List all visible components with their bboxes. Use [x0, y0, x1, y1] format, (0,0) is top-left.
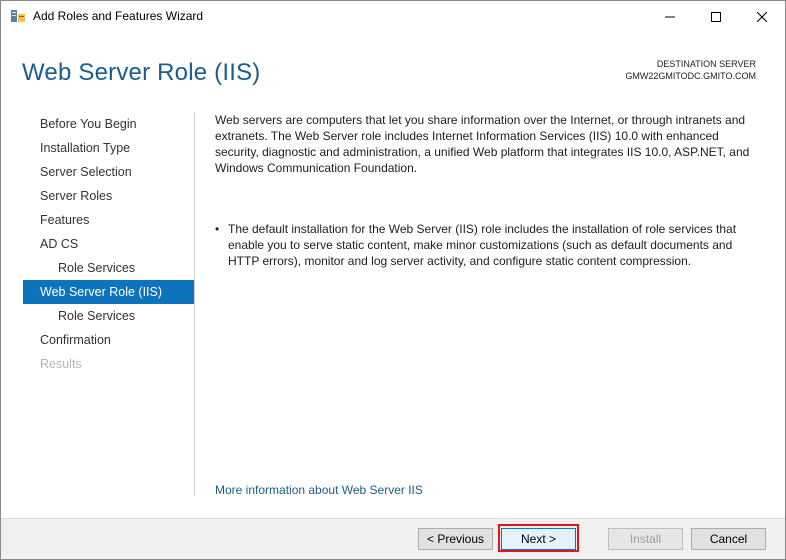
bullet-marker: • [215, 222, 220, 236]
wizard-nav: Before You Begin Installation Type Serve… [23, 112, 194, 376]
nav-item-features[interactable]: Features [23, 208, 194, 232]
nav-item-iis-role-services[interactable]: Role Services [23, 304, 194, 328]
next-button[interactable]: Next > [501, 528, 576, 550]
maximize-icon [711, 11, 721, 22]
nav-item-installation-type[interactable]: Installation Type [23, 136, 194, 160]
previous-button[interactable]: < Previous [418, 528, 493, 550]
cancel-button[interactable]: Cancel [691, 528, 766, 550]
page-title: Web Server Role (IIS) [22, 59, 261, 86]
nav-item-ad-cs[interactable]: AD CS [23, 232, 194, 256]
wizard-body: Before You Begin Installation Type Serve… [1, 100, 785, 518]
intro-paragraph: Web servers are computers that let you s… [215, 113, 750, 175]
nav-item-server-roles[interactable]: Server Roles [23, 184, 194, 208]
window-title: Add Roles and Features Wizard [33, 9, 204, 23]
more-info-link[interactable]: More information about Web Server IIS [215, 483, 423, 497]
bullet-text: The default installation for the Web Ser… [228, 222, 737, 268]
close-button[interactable] [739, 1, 785, 32]
minimize-icon [665, 16, 675, 17]
footer-divider [1, 518, 785, 519]
nav-item-before-you-begin[interactable]: Before You Begin [23, 112, 194, 136]
nav-item-adcs-role-services[interactable]: Role Services [23, 256, 194, 280]
bullet-item: • The default installation for the Web S… [215, 221, 763, 269]
nav-item-server-selection[interactable]: Server Selection [23, 160, 194, 184]
server-manager-icon [11, 10, 25, 22]
title-bar: Add Roles and Features Wizard [1, 1, 785, 32]
maximize-button[interactable] [693, 1, 739, 32]
destination-server-name: GMW22GMITODC.GMITO.COM [625, 71, 756, 81]
install-button: Install [608, 528, 683, 550]
wizard-window: Add Roles and Features Wizard Web Server… [0, 0, 786, 560]
destination-server-label: DESTINATION SERVER [656, 59, 756, 69]
minimize-button[interactable] [647, 1, 693, 32]
nav-item-confirmation[interactable]: Confirmation [23, 328, 194, 352]
nav-item-results: Results [40, 357, 82, 371]
content-panel: Web servers are computers that let you s… [215, 112, 763, 268]
wizard-header: Web Server Role (IIS) DESTINATION SERVER… [1, 32, 785, 100]
nav-divider [194, 112, 195, 496]
close-icon [757, 11, 767, 22]
nav-item-web-server-role[interactable]: Web Server Role (IIS) [23, 280, 194, 304]
